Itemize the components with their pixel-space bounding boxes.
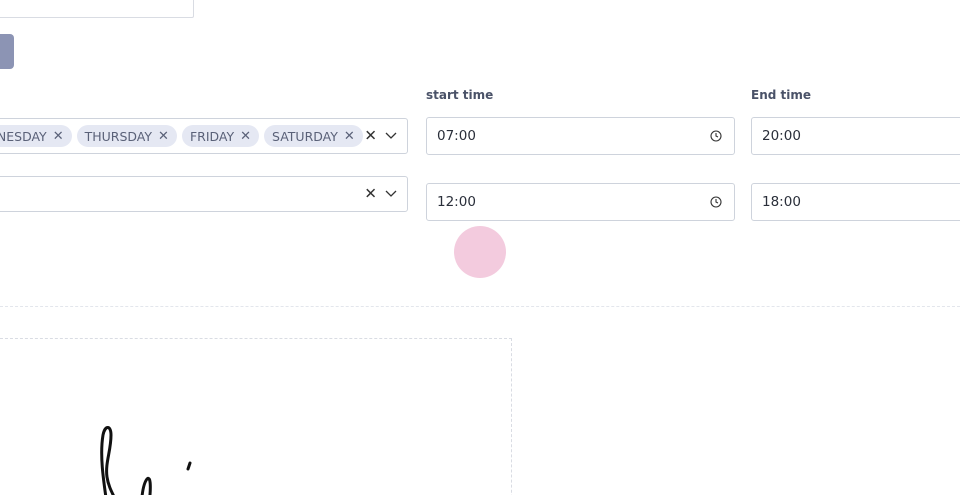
clock-icon[interactable] xyxy=(710,130,722,142)
day-chip: THURSDAY ✕ xyxy=(76,125,177,147)
signature-pad[interactable] xyxy=(0,338,512,495)
section-divider xyxy=(0,306,960,307)
chip-remove-icon[interactable]: ✕ xyxy=(240,130,251,143)
page: start time End time WEDNESDAY ✕ THURSDAY… xyxy=(0,0,960,495)
end-time-value: 20:00 xyxy=(762,128,801,144)
day-chip: FRIDAY ✕ xyxy=(181,125,260,147)
days-select-row-1[interactable]: WEDNESDAY ✕ THURSDAY ✕ FRIDAY ✕ SATURDAY… xyxy=(0,118,408,154)
chip-remove-icon[interactable]: ✕ xyxy=(158,130,169,143)
touch-indicator xyxy=(454,226,506,278)
day-chip-label: WEDNESDAY xyxy=(0,128,47,144)
day-chip: WEDNESDAY ✕ xyxy=(0,125,72,147)
days-select-row-2[interactable]: ✕ xyxy=(0,176,408,212)
signature-stroke xyxy=(100,426,192,495)
end-time-label: End time xyxy=(751,88,811,102)
start-time-value: 07:00 xyxy=(437,128,476,144)
chip-remove-icon[interactable]: ✕ xyxy=(344,130,355,143)
clock-icon[interactable] xyxy=(710,196,722,208)
end-time-input-row-1[interactable]: 20:00 xyxy=(751,117,960,155)
selected-days: WEDNESDAY ✕ THURSDAY ✕ FRIDAY ✕ SATURDAY… xyxy=(0,119,363,153)
chip-remove-icon[interactable]: ✕ xyxy=(53,130,64,143)
day-chip-label: FRIDAY xyxy=(189,128,235,144)
chevron-down-icon[interactable] xyxy=(385,190,397,198)
action-button[interactable] xyxy=(0,34,14,69)
start-time-input-row-2[interactable]: 12:00 xyxy=(426,183,735,221)
day-chip: SATURDAY ✕ xyxy=(264,125,363,147)
chevron-down-icon[interactable] xyxy=(385,132,397,140)
end-time-value: 18:00 xyxy=(762,194,801,210)
day-chip-label: SATURDAY xyxy=(272,128,338,144)
start-time-label: start time xyxy=(426,88,494,102)
end-time-input-row-2[interactable]: 18:00 xyxy=(751,183,960,221)
text-input[interactable] xyxy=(0,0,194,18)
day-chip-label: THURSDAY xyxy=(84,128,153,144)
clear-icon[interactable]: ✕ xyxy=(364,128,377,144)
start-time-value: 12:00 xyxy=(437,194,476,210)
start-time-input-row-1[interactable]: 07:00 xyxy=(426,117,735,155)
clear-icon[interactable]: ✕ xyxy=(364,186,377,202)
